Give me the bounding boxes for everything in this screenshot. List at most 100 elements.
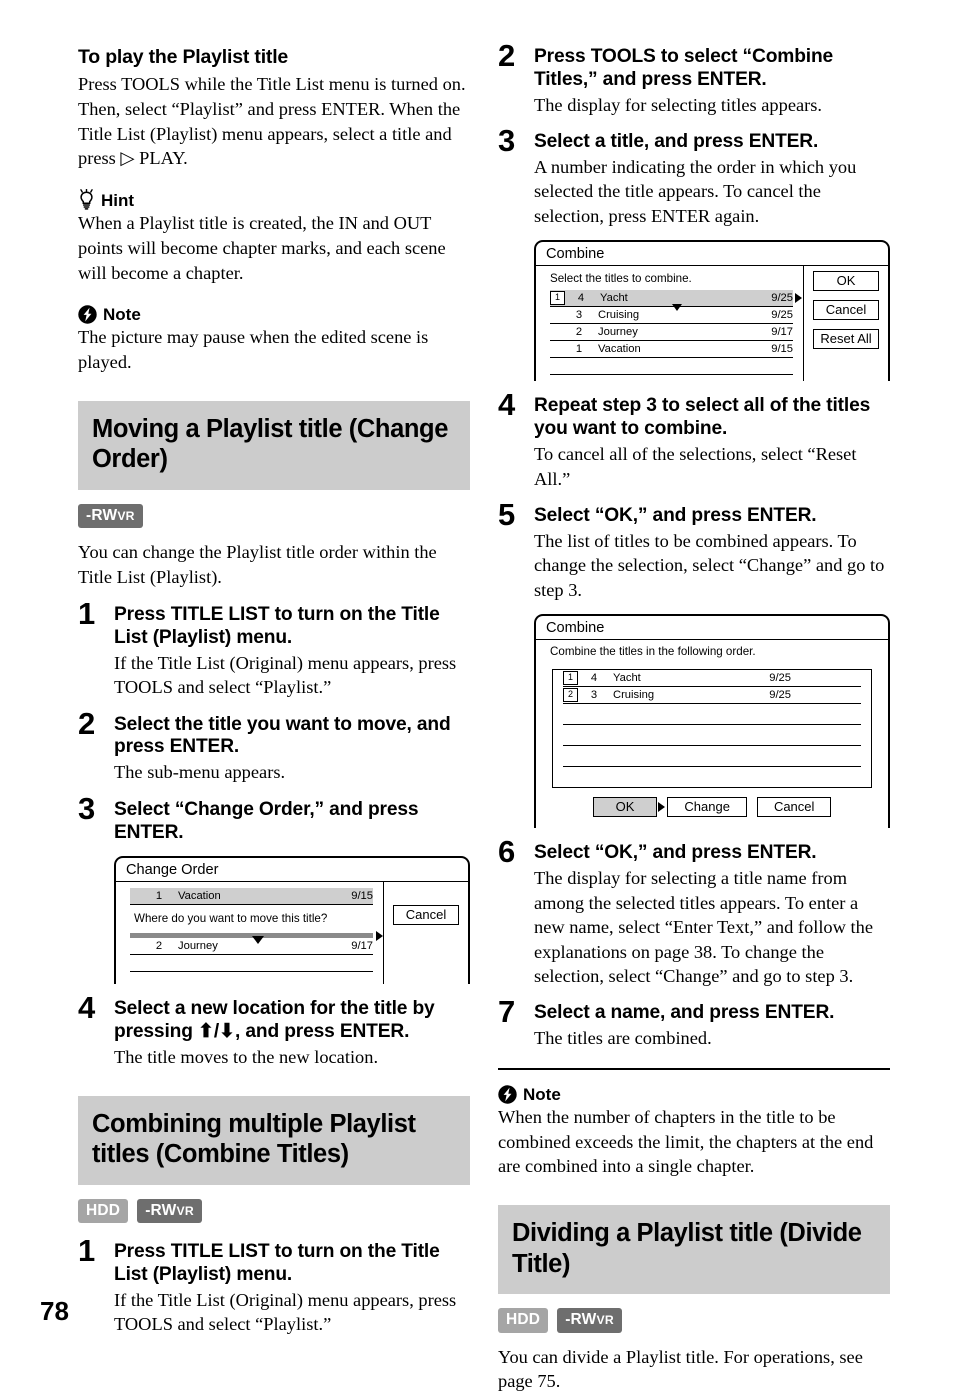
step-title: Select a name, and press ENTER. xyxy=(534,1002,835,1024)
document-page: To play the Playlist title Press TOOLS w… xyxy=(0,0,954,1391)
title-name: Cruising xyxy=(598,309,640,322)
title-name: Vacation xyxy=(598,343,641,356)
screen-illustration-change-order: Change Order 1 Vacation 9/15 Where do yo… xyxy=(114,856,470,985)
badge-rwvr: -RW VR xyxy=(78,503,143,529)
step-6-combine: 6 Select “OK,” and press ENTER. The disp… xyxy=(498,836,890,988)
step-1-change-order: 1 Press TITLE LIST to turn on the Title … xyxy=(78,598,470,700)
step-4-change-order: 4 Select a new location for the title by… xyxy=(78,992,470,1069)
step-number: 1 xyxy=(78,1233,96,1269)
title-row-selected[interactable]: 1 4 Yacht 9/25 xyxy=(550,290,802,312)
title-row[interactable]: 1 Vacation 9/15 xyxy=(550,341,793,359)
step-body: The display for selecting a title name f… xyxy=(534,868,873,986)
step-7-combine: 7 Select a name, and press ENTER. The ti… xyxy=(498,996,890,1050)
section-divider xyxy=(498,1067,890,1070)
screen-title: Combine xyxy=(536,616,888,641)
screen-button-row: OK Change Cancel xyxy=(536,788,888,828)
step-body: If the Title List (Original) menu appear… xyxy=(114,1289,457,1335)
screen-title: Change Order xyxy=(116,858,468,883)
order-number-box: 1 xyxy=(550,291,565,306)
step-5-combine: 5 Select “OK,” and press ENTER. The list… xyxy=(498,499,890,829)
step-title: Repeat step 3 to select all of the title… xyxy=(534,395,871,440)
note-label: Note xyxy=(103,305,141,325)
reset-all-button[interactable]: Reset All xyxy=(813,329,879,350)
title-row-empty xyxy=(550,358,793,376)
media-badges-change-order: -RW VR xyxy=(78,503,470,529)
title-date: 9/15 xyxy=(351,890,373,903)
step-number: 4 xyxy=(498,387,516,423)
title-row[interactable]: 2 Journey 9/17 xyxy=(130,938,373,956)
combined-title-list: 1 4 Yacht 9/25 2 3 Cruising 9/25 xyxy=(552,669,872,789)
title-row-empty xyxy=(563,725,861,747)
section-intro-divide: You can divide a Playlist title. For ope… xyxy=(498,1346,863,1392)
cursor-right-icon xyxy=(658,802,666,813)
title-date: 9/25 xyxy=(769,689,791,702)
screen-prompt: Combine the titles in the following orde… xyxy=(550,645,756,659)
step-title: Press TITLE LIST to turn on the Title Li… xyxy=(114,603,440,648)
title-row-empty xyxy=(563,704,861,726)
screen-illustration-combine-select: Combine Select the titles to combine. 1 … xyxy=(534,240,890,382)
step-body: If the Title List (Original) menu appear… xyxy=(114,652,457,698)
note-bolt-icon xyxy=(498,1085,517,1104)
order-number-box: 2 xyxy=(563,688,578,703)
step-title: Select “OK,” and press ENTER. xyxy=(534,505,817,527)
section-title: Dividing a Playlist title (Divide Title) xyxy=(512,1219,862,1278)
title-row[interactable]: 3 Cruising 9/25 xyxy=(550,307,793,325)
step-2-change-order: 2 Select the title you want to move, and… xyxy=(78,708,470,785)
intro-paragraph: Press TOOLS while the Title List menu is… xyxy=(78,74,466,169)
step-title: Select “OK,” and press ENTER. xyxy=(534,842,817,864)
step-number: 1 xyxy=(78,595,96,631)
subsection-heading-play-playlist: To play the Playlist title xyxy=(78,46,289,68)
step-title: Select “Change Order,” and press ENTER. xyxy=(114,798,419,843)
section-heading-combine-titles: Combining multiple Playlist titles (Comb… xyxy=(78,1095,470,1185)
badge-rwvr: -RW VR xyxy=(137,1198,202,1224)
step-body: The sub-menu appears. xyxy=(114,762,286,783)
cancel-button[interactable]: Cancel xyxy=(813,300,879,321)
title-name: Yacht xyxy=(613,672,641,685)
step-title: Select a title, and press ENTER. xyxy=(534,131,819,153)
note-text: The picture may pause when the edited sc… xyxy=(78,327,429,372)
step-title: Press TOOLS to select “Combine Titles,” … xyxy=(534,46,834,90)
step-title: Press TITLE LIST to turn on the Title Li… xyxy=(114,1241,440,1286)
page-number: 78 xyxy=(40,1296,69,1326)
step-3-change-order: 3 Select “Change Order,” and press ENTER… xyxy=(78,793,470,985)
title-row-empty xyxy=(130,955,373,973)
title-date: 9/25 xyxy=(769,672,791,685)
cancel-button[interactable]: Cancel xyxy=(393,905,459,926)
step-body: The titles are combined. xyxy=(534,1028,712,1049)
title-name: Journey xyxy=(178,940,218,953)
step-body: The list of titles to be combined appear… xyxy=(534,530,885,600)
step-body: A number indicating the order in which y… xyxy=(534,157,857,226)
badge-rwvr: -RW VR xyxy=(557,1308,622,1333)
title-row[interactable]: 2 3 Cruising 9/25 xyxy=(563,687,861,705)
ok-button[interactable]: OK xyxy=(813,271,879,292)
step-body: The title moves to the new location. xyxy=(114,1047,379,1068)
title-date: 9/17 xyxy=(771,326,793,339)
right-column: 2 Press TOOLS to select “Combine Titles,… xyxy=(498,40,890,1394)
title-index: 4 xyxy=(590,672,598,685)
title-name: Journey xyxy=(598,326,638,339)
section-title: Moving a Playlist title (Change Order) xyxy=(92,414,448,474)
title-name: Yacht xyxy=(600,292,628,305)
step-1-combine: 1 Press TITLE LIST to turn on the Title … xyxy=(78,1235,470,1337)
step-3-combine: 3 Select a title, and press ENTER. A num… xyxy=(498,125,890,382)
title-row[interactable]: 2 Journey 9/17 xyxy=(550,324,793,342)
step-title: Select a new location for the title by p… xyxy=(114,998,435,1043)
ok-button[interactable]: OK xyxy=(592,797,666,818)
cancel-button[interactable]: Cancel xyxy=(756,797,832,818)
step-body: The display for selecting titles appears… xyxy=(534,94,823,115)
badge-hdd: HDD xyxy=(78,1198,129,1224)
step-number: 3 xyxy=(498,123,516,159)
step-body: To cancel all of the selections, select … xyxy=(534,444,857,489)
title-row[interactable]: 1 4 Yacht 9/25 xyxy=(563,670,861,688)
change-button[interactable]: Change xyxy=(667,797,747,818)
lightbulb-icon xyxy=(78,189,95,210)
section-title: Combining multiple Playlist titles (Comb… xyxy=(92,1109,416,1169)
left-column: To play the Playlist title Press TOOLS w… xyxy=(78,46,470,1337)
badge-hdd: HDD xyxy=(498,1308,549,1333)
title-list: 1 4 Yacht 9/25 3 Cruising 9/25 2 Journey… xyxy=(536,290,803,381)
title-row-selected[interactable]: 1 Vacation 9/15 xyxy=(130,888,373,906)
step-number: 2 xyxy=(78,705,96,741)
step-number: 2 xyxy=(498,38,516,73)
media-badges-combine: HDD -RW VR xyxy=(78,1198,470,1224)
screen-prompt: Select the titles to combine. xyxy=(550,272,692,286)
